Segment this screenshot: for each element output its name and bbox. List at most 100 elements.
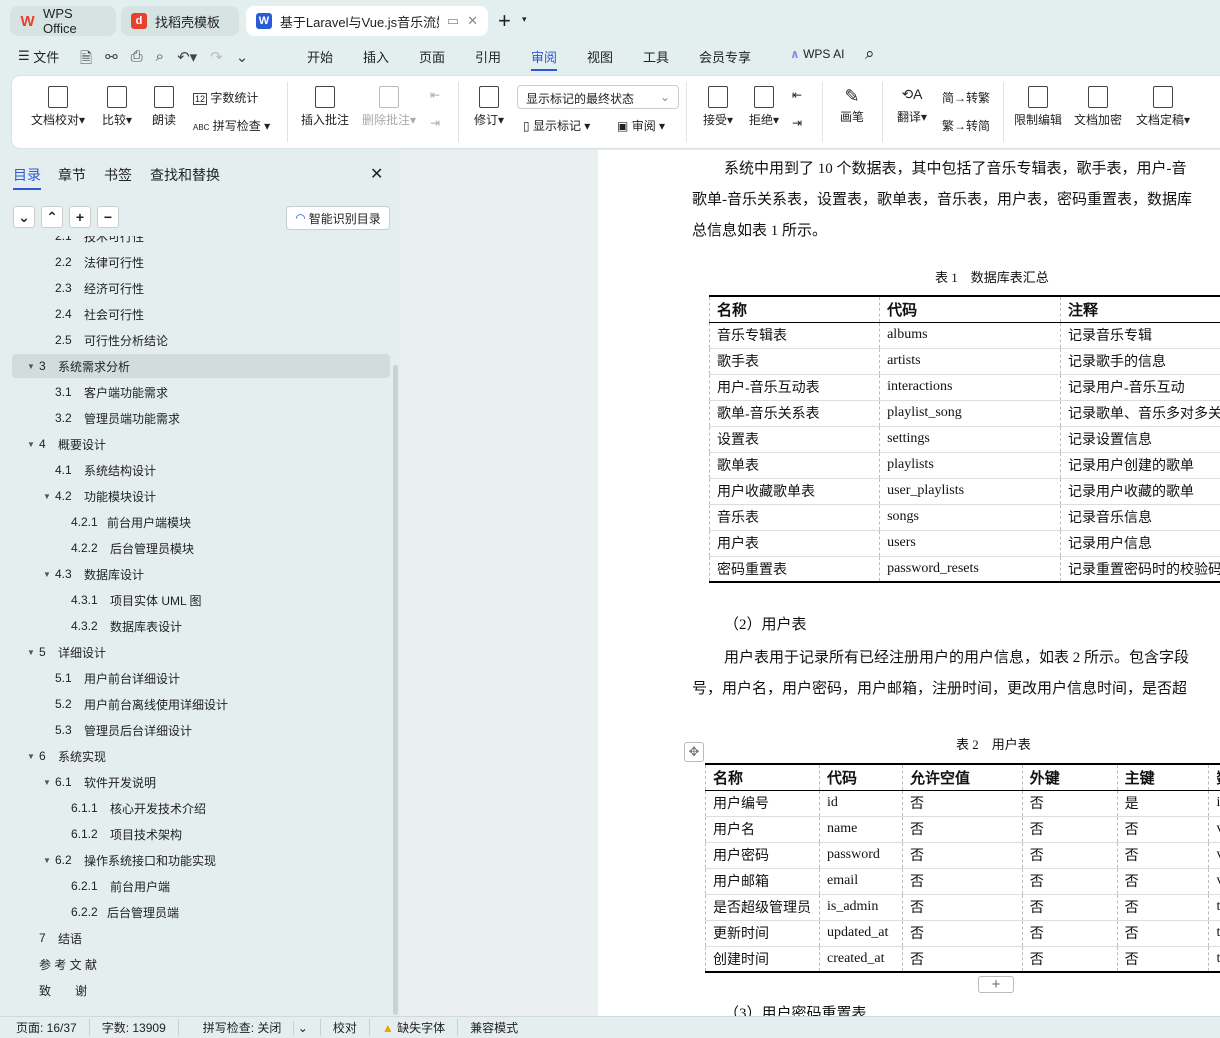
- add-row-button[interactable]: +: [978, 976, 1014, 993]
- tab-document[interactable]: W 基于Laravel与Vue.js音乐流媒 ▭ ✕: [246, 6, 488, 36]
- table-cell[interactable]: 记录设置信息: [1059, 425, 1220, 452]
- page-indicator[interactable]: 页面: 16/37: [0, 1019, 90, 1036]
- review-pane-button[interactable]: ▣ 审阅 ▾: [617, 117, 665, 134]
- table-cell[interactable]: 否: [1021, 945, 1118, 972]
- search-icon[interactable]: ⌕: [865, 44, 875, 64]
- nav-tab-bookmarks[interactable]: 书签: [104, 165, 132, 185]
- toc-item[interactable]: 4.2.1 前台用户端模块: [0, 510, 390, 534]
- toc-item[interactable]: 5.3 管理员后台详细设计: [0, 718, 390, 742]
- table-cell[interactable]: playlists: [879, 451, 1061, 478]
- table-cell[interactable]: songs: [879, 503, 1061, 530]
- toc-item[interactable]: 6.1.2 项目技术架构: [0, 822, 390, 846]
- table-cell[interactable]: updated_at: [818, 919, 903, 946]
- table-cell[interactable]: 记录歌单、音乐多对多关: [1059, 399, 1220, 426]
- menu-tab-tools[interactable]: 工具: [643, 47, 669, 66]
- table-cell[interactable]: 否: [901, 945, 1023, 972]
- table-cell[interactable]: v: [1208, 841, 1220, 868]
- table-cell[interactable]: 否: [1021, 867, 1118, 894]
- table-cell[interactable]: 否: [901, 919, 1023, 946]
- monitor-icon[interactable]: ▭: [447, 13, 459, 29]
- toc-item[interactable]: 4.1 系统结构设计: [0, 458, 390, 482]
- expand-arrow-icon[interactable]: ▼: [43, 778, 51, 787]
- file-menu[interactable]: ☰ 文件: [18, 40, 59, 72]
- table-cell[interactable]: albums: [879, 321, 1061, 348]
- restrict-edit-button[interactable]: 限制编辑: [1013, 86, 1063, 128]
- table-cell[interactable]: name: [818, 815, 903, 842]
- to-traditional-button[interactable]: 简→转繁: [942, 89, 990, 106]
- table-cell[interactable]: 否: [1116, 815, 1209, 842]
- compare-button[interactable]: 比较▾: [98, 86, 136, 128]
- menu-tab-member[interactable]: 会员专享: [699, 47, 751, 66]
- word-count[interactable]: 字数: 13909: [90, 1019, 179, 1036]
- redo-icon[interactable]: ↷: [210, 48, 223, 73]
- toc-item[interactable]: 2.5 可行性分析结论: [0, 328, 390, 352]
- menu-tab-start[interactable]: 开始: [307, 47, 333, 66]
- table-cell[interactable]: t: [1208, 893, 1220, 920]
- table-cell[interactable]: 否: [1116, 945, 1209, 972]
- print-preview-icon[interactable]: ⌕: [156, 48, 164, 73]
- more-chevron-icon[interactable]: ⌄: [236, 48, 249, 73]
- accept-button[interactable]: 接受▾: [700, 86, 736, 128]
- table-cell[interactable]: artists: [879, 347, 1061, 374]
- table-cell[interactable]: 用户邮箱: [705, 867, 820, 894]
- to-simplified-button[interactable]: 繁→转简: [942, 117, 990, 134]
- menu-tab-review[interactable]: 审阅: [531, 47, 558, 71]
- table-cell[interactable]: 记录音乐专辑: [1059, 321, 1220, 348]
- delete-comment-button[interactable]: 删除批注▾: [360, 86, 418, 128]
- table-cell[interactable]: 是: [1116, 789, 1209, 816]
- table-cell[interactable]: interactions: [879, 373, 1061, 400]
- table-cell[interactable]: playlist_song: [879, 399, 1061, 426]
- show-markup-button[interactable]: ▯ 显示标记 ▾: [523, 117, 590, 134]
- toc-item[interactable]: 参 考 文 献: [0, 952, 390, 976]
- table-cell[interactable]: 密码重置表: [708, 555, 880, 582]
- toc-item[interactable]: 6.2.1 前台用户端: [0, 874, 390, 898]
- nav-tab-chapters[interactable]: 章节: [58, 165, 86, 185]
- table-cell[interactable]: 用户-音乐互动表: [708, 373, 880, 400]
- table-cell[interactable]: 记录音乐信息: [1059, 503, 1220, 530]
- table-cell[interactable]: 歌单表: [708, 451, 880, 478]
- table-cell[interactable]: i: [1208, 789, 1220, 816]
- table-cell[interactable]: created_at: [818, 945, 903, 972]
- table-cell[interactable]: 用户收藏歌单表: [708, 477, 880, 504]
- toc-scrollbar[interactable]: [393, 365, 398, 1015]
- toc-item[interactable]: ▼ 5 详细设计: [0, 640, 390, 664]
- smart-toc-button[interactable]: ◠ 智能识别目录: [286, 206, 390, 230]
- table-cell[interactable]: 否: [901, 893, 1023, 920]
- toc-item[interactable]: ▼ 4.3 数据库设计: [0, 562, 390, 586]
- table-cell[interactable]: 否: [1021, 893, 1118, 920]
- toc-item[interactable]: 2.4 社会可行性: [0, 302, 390, 326]
- table-cell[interactable]: 否: [901, 841, 1023, 868]
- read-aloud-button[interactable]: 朗读: [150, 86, 178, 128]
- table-cell[interactable]: 用户密码: [705, 841, 820, 868]
- tab-wps-office[interactable]: W WPS Office: [10, 6, 116, 36]
- link-icon[interactable]: ⚯: [105, 48, 118, 73]
- next-change-icon[interactable]: ⇥: [792, 116, 802, 130]
- table-cell[interactable]: 否: [901, 867, 1023, 894]
- collapse-down-button[interactable]: ⌄: [13, 206, 35, 228]
- expand-button[interactable]: +: [69, 206, 91, 228]
- document-page[interactable]: 系统中用到了 10 个数据表，其中包括了音乐专辑表，歌手表，用户-音 歌单-音乐…: [598, 150, 1220, 1016]
- reject-button[interactable]: 拒绝▾: [746, 86, 782, 128]
- translate-button[interactable]: ⟲A 翻译▾: [893, 86, 931, 125]
- table-cell[interactable]: 否: [1116, 919, 1209, 946]
- table-cell[interactable]: 更新时间: [705, 919, 820, 946]
- toc-item[interactable]: ▼ 6.2 操作系统接口和功能实现: [0, 848, 390, 872]
- table-cell[interactable]: 用户表: [708, 529, 880, 556]
- toc-item[interactable]: 2.1 技术可行性: [0, 236, 390, 248]
- print-icon[interactable]: ⎙: [131, 48, 143, 73]
- table-cell[interactable]: 歌单-音乐关系表: [708, 399, 880, 426]
- nav-tab-find-replace[interactable]: 查找和替换: [150, 165, 220, 185]
- table-cell[interactable]: t: [1208, 945, 1220, 972]
- close-tab-icon[interactable]: ✕: [467, 13, 478, 29]
- finalize-button[interactable]: 文档定稿▾: [1133, 86, 1193, 128]
- toc-item[interactable]: ▼ 4.2 功能模块设计: [0, 484, 390, 508]
- table-cell[interactable]: 记录歌手的信息: [1059, 347, 1220, 374]
- encrypt-button[interactable]: 文档加密: [1073, 86, 1123, 128]
- save-icon[interactable]: 🗎: [80, 48, 92, 73]
- table-cell[interactable]: 否: [901, 789, 1023, 816]
- toc-item[interactable]: 6.1.1 核心开发技术介绍: [0, 796, 390, 820]
- table-cell[interactable]: 创建时间: [705, 945, 820, 972]
- table-cell[interactable]: 否: [1021, 919, 1118, 946]
- toc-item[interactable]: 2.3 经济可行性: [0, 276, 390, 300]
- table-cell[interactable]: v: [1208, 867, 1220, 894]
